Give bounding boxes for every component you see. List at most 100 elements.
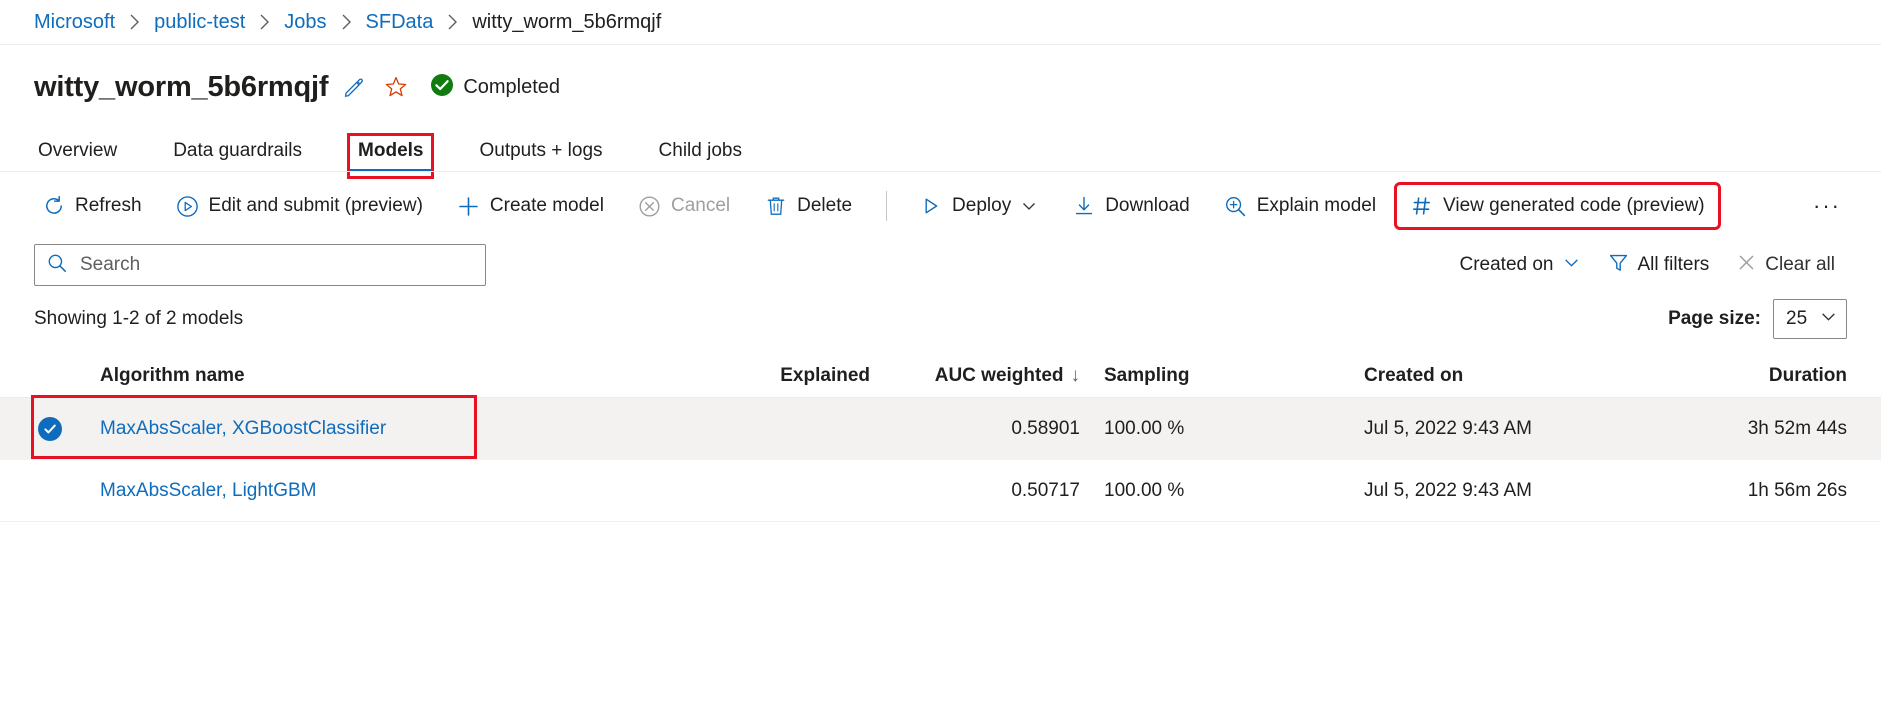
close-icon	[1737, 253, 1756, 278]
cell-sampling: 100.00 %	[1080, 418, 1340, 440]
filter-controls: Created on All filters	[1447, 245, 1847, 285]
chevron-right-icon	[447, 14, 458, 30]
column-header-auc-weighted-label: AUC weighted	[935, 365, 1064, 386]
tab-models[interactable]: Models	[354, 140, 427, 172]
play-circle-icon	[176, 194, 200, 218]
hash-icon	[1410, 194, 1434, 218]
edit-and-submit-button[interactable]: Edit and submit (preview)	[164, 186, 435, 226]
plus-icon	[457, 194, 481, 218]
overflow-menu-button[interactable]: ···	[1807, 186, 1847, 226]
checkmark-circle-icon	[430, 73, 454, 102]
title-row: witty_worm_5b6rmqjf Completed	[0, 58, 1881, 116]
page-size-label: Page size:	[1668, 308, 1761, 330]
tab-overview[interactable]: Overview	[34, 140, 121, 172]
deploy-button[interactable]: Deploy	[907, 186, 1050, 226]
breadcrumb-public-test[interactable]: public-test	[154, 11, 245, 34]
tab-outputs-logs-label: Outputs + logs	[479, 140, 602, 161]
cell-algorithm-name: MaxAbsScaler, XGBoostClassifier	[100, 418, 580, 440]
star-icon[interactable]	[380, 71, 412, 103]
breadcrumb-jobs[interactable]: Jobs	[284, 11, 326, 34]
tab-data-guardrails-label: Data guardrails	[173, 140, 302, 161]
download-button[interactable]: Download	[1060, 186, 1202, 226]
list-info-row: Showing 1-2 of 2 models Page size: 25	[0, 294, 1881, 344]
cell-sampling: 100.00 %	[1080, 480, 1340, 502]
column-header-sampling[interactable]: Sampling	[1080, 365, 1340, 387]
cell-created-on: Jul 5, 2022 9:43 AM	[1340, 418, 1640, 440]
clear-all-label: Clear all	[1765, 254, 1835, 276]
chevron-right-icon	[129, 14, 140, 30]
column-header-explained[interactable]: Explained	[580, 365, 870, 387]
showing-count: Showing 1-2 of 2 models	[34, 308, 243, 330]
tab-child-jobs[interactable]: Child jobs	[655, 140, 746, 172]
tab-bar: Overview Data guardrails Models Outputs …	[0, 124, 1881, 172]
pencil-icon[interactable]	[338, 71, 370, 103]
page-size-select[interactable]: 25	[1773, 299, 1847, 339]
table-row[interactable]: MaxAbsScaler, XGBoostClassifier 0.58901 …	[0, 398, 1881, 460]
clear-all-button[interactable]: Clear all	[1725, 245, 1847, 285]
view-generated-code-label: View generated code (preview)	[1443, 195, 1705, 217]
search-icon	[47, 253, 67, 278]
created-on-filter-button[interactable]: Created on	[1447, 245, 1591, 285]
refresh-icon	[42, 194, 66, 218]
models-table: Algorithm name Explained AUC weighted ↓ S…	[0, 354, 1881, 522]
play-triangle-icon	[919, 194, 943, 218]
cancel-circle-icon	[638, 194, 662, 218]
cell-duration: 3h 52m 44s	[1640, 418, 1847, 440]
toolbar-divider	[886, 191, 887, 221]
cell-auc-weighted: 0.58901	[870, 418, 1080, 440]
column-header-duration[interactable]: Duration	[1640, 365, 1847, 387]
download-label: Download	[1105, 195, 1190, 217]
sort-descending-icon: ↓	[1071, 365, 1081, 386]
created-on-filter-label: Created on	[1459, 254, 1553, 276]
column-header-auc-weighted[interactable]: AUC weighted ↓	[870, 365, 1080, 387]
status-text: Completed	[463, 76, 560, 99]
row-select-cell[interactable]	[0, 417, 100, 441]
refresh-label: Refresh	[75, 195, 142, 217]
refresh-button[interactable]: Refresh	[30, 186, 154, 226]
tab-outputs-logs[interactable]: Outputs + logs	[475, 140, 606, 172]
deploy-label: Deploy	[952, 195, 1011, 217]
cell-duration: 1h 56m 26s	[1640, 480, 1847, 502]
filter-row: Created on All filters	[0, 238, 1881, 292]
tab-bar-divider	[0, 171, 1881, 172]
explain-model-button[interactable]: Explain model	[1212, 186, 1388, 226]
table-row[interactable]: MaxAbsScaler, LightGBM 0.50717 100.00 % …	[0, 460, 1881, 522]
algorithm-name-link[interactable]: MaxAbsScaler, XGBoostClassifier	[100, 418, 386, 439]
breadcrumb: Microsoft public-test Jobs SFData witty_…	[0, 0, 1881, 44]
all-filters-label: All filters	[1638, 254, 1710, 276]
status-badge: Completed	[430, 73, 560, 102]
breadcrumb-sfdata[interactable]: SFData	[366, 11, 434, 34]
tab-data-guardrails[interactable]: Data guardrails	[169, 140, 306, 172]
algorithm-name-link[interactable]: MaxAbsScaler, LightGBM	[100, 480, 316, 501]
page-title: witty_worm_5b6rmqjf	[34, 71, 328, 104]
command-bar: Refresh Edit and submit (preview) Create…	[0, 178, 1881, 234]
view-generated-code-button[interactable]: View generated code (preview)	[1398, 186, 1717, 226]
cancel-button: Cancel	[626, 186, 742, 226]
chevron-down-icon	[1020, 194, 1038, 218]
search-input[interactable]	[78, 253, 473, 277]
breadcrumb-microsoft[interactable]: Microsoft	[34, 11, 115, 34]
tab-models-label: Models	[358, 140, 423, 161]
trash-icon	[764, 194, 788, 218]
cell-auc-weighted: 0.50717	[870, 480, 1080, 502]
funnel-icon	[1608, 252, 1629, 279]
delete-button[interactable]: Delete	[752, 186, 864, 226]
tab-overview-label: Overview	[38, 140, 117, 161]
column-header-algorithm-name[interactable]: Algorithm name	[100, 365, 580, 387]
chevron-down-icon	[1820, 308, 1837, 331]
cell-created-on: Jul 5, 2022 9:43 AM	[1340, 480, 1640, 502]
download-icon	[1072, 194, 1096, 218]
explain-model-label: Explain model	[1257, 195, 1376, 217]
checkmark-icon[interactable]	[38, 417, 62, 441]
tab-child-jobs-label: Child jobs	[659, 140, 742, 161]
chevron-down-icon	[1563, 254, 1580, 277]
table-header-row: Algorithm name Explained AUC weighted ↓ S…	[0, 354, 1881, 398]
breadcrumb-current: witty_worm_5b6rmqjf	[472, 11, 661, 34]
delete-label: Delete	[797, 195, 852, 217]
search-box[interactable]	[34, 244, 486, 286]
page-root: Microsoft public-test Jobs SFData witty_…	[0, 0, 1881, 703]
column-header-created-on[interactable]: Created on	[1340, 365, 1640, 387]
all-filters-button[interactable]: All filters	[1596, 245, 1722, 285]
create-model-button[interactable]: Create model	[445, 186, 616, 226]
chevron-right-icon	[341, 14, 352, 30]
